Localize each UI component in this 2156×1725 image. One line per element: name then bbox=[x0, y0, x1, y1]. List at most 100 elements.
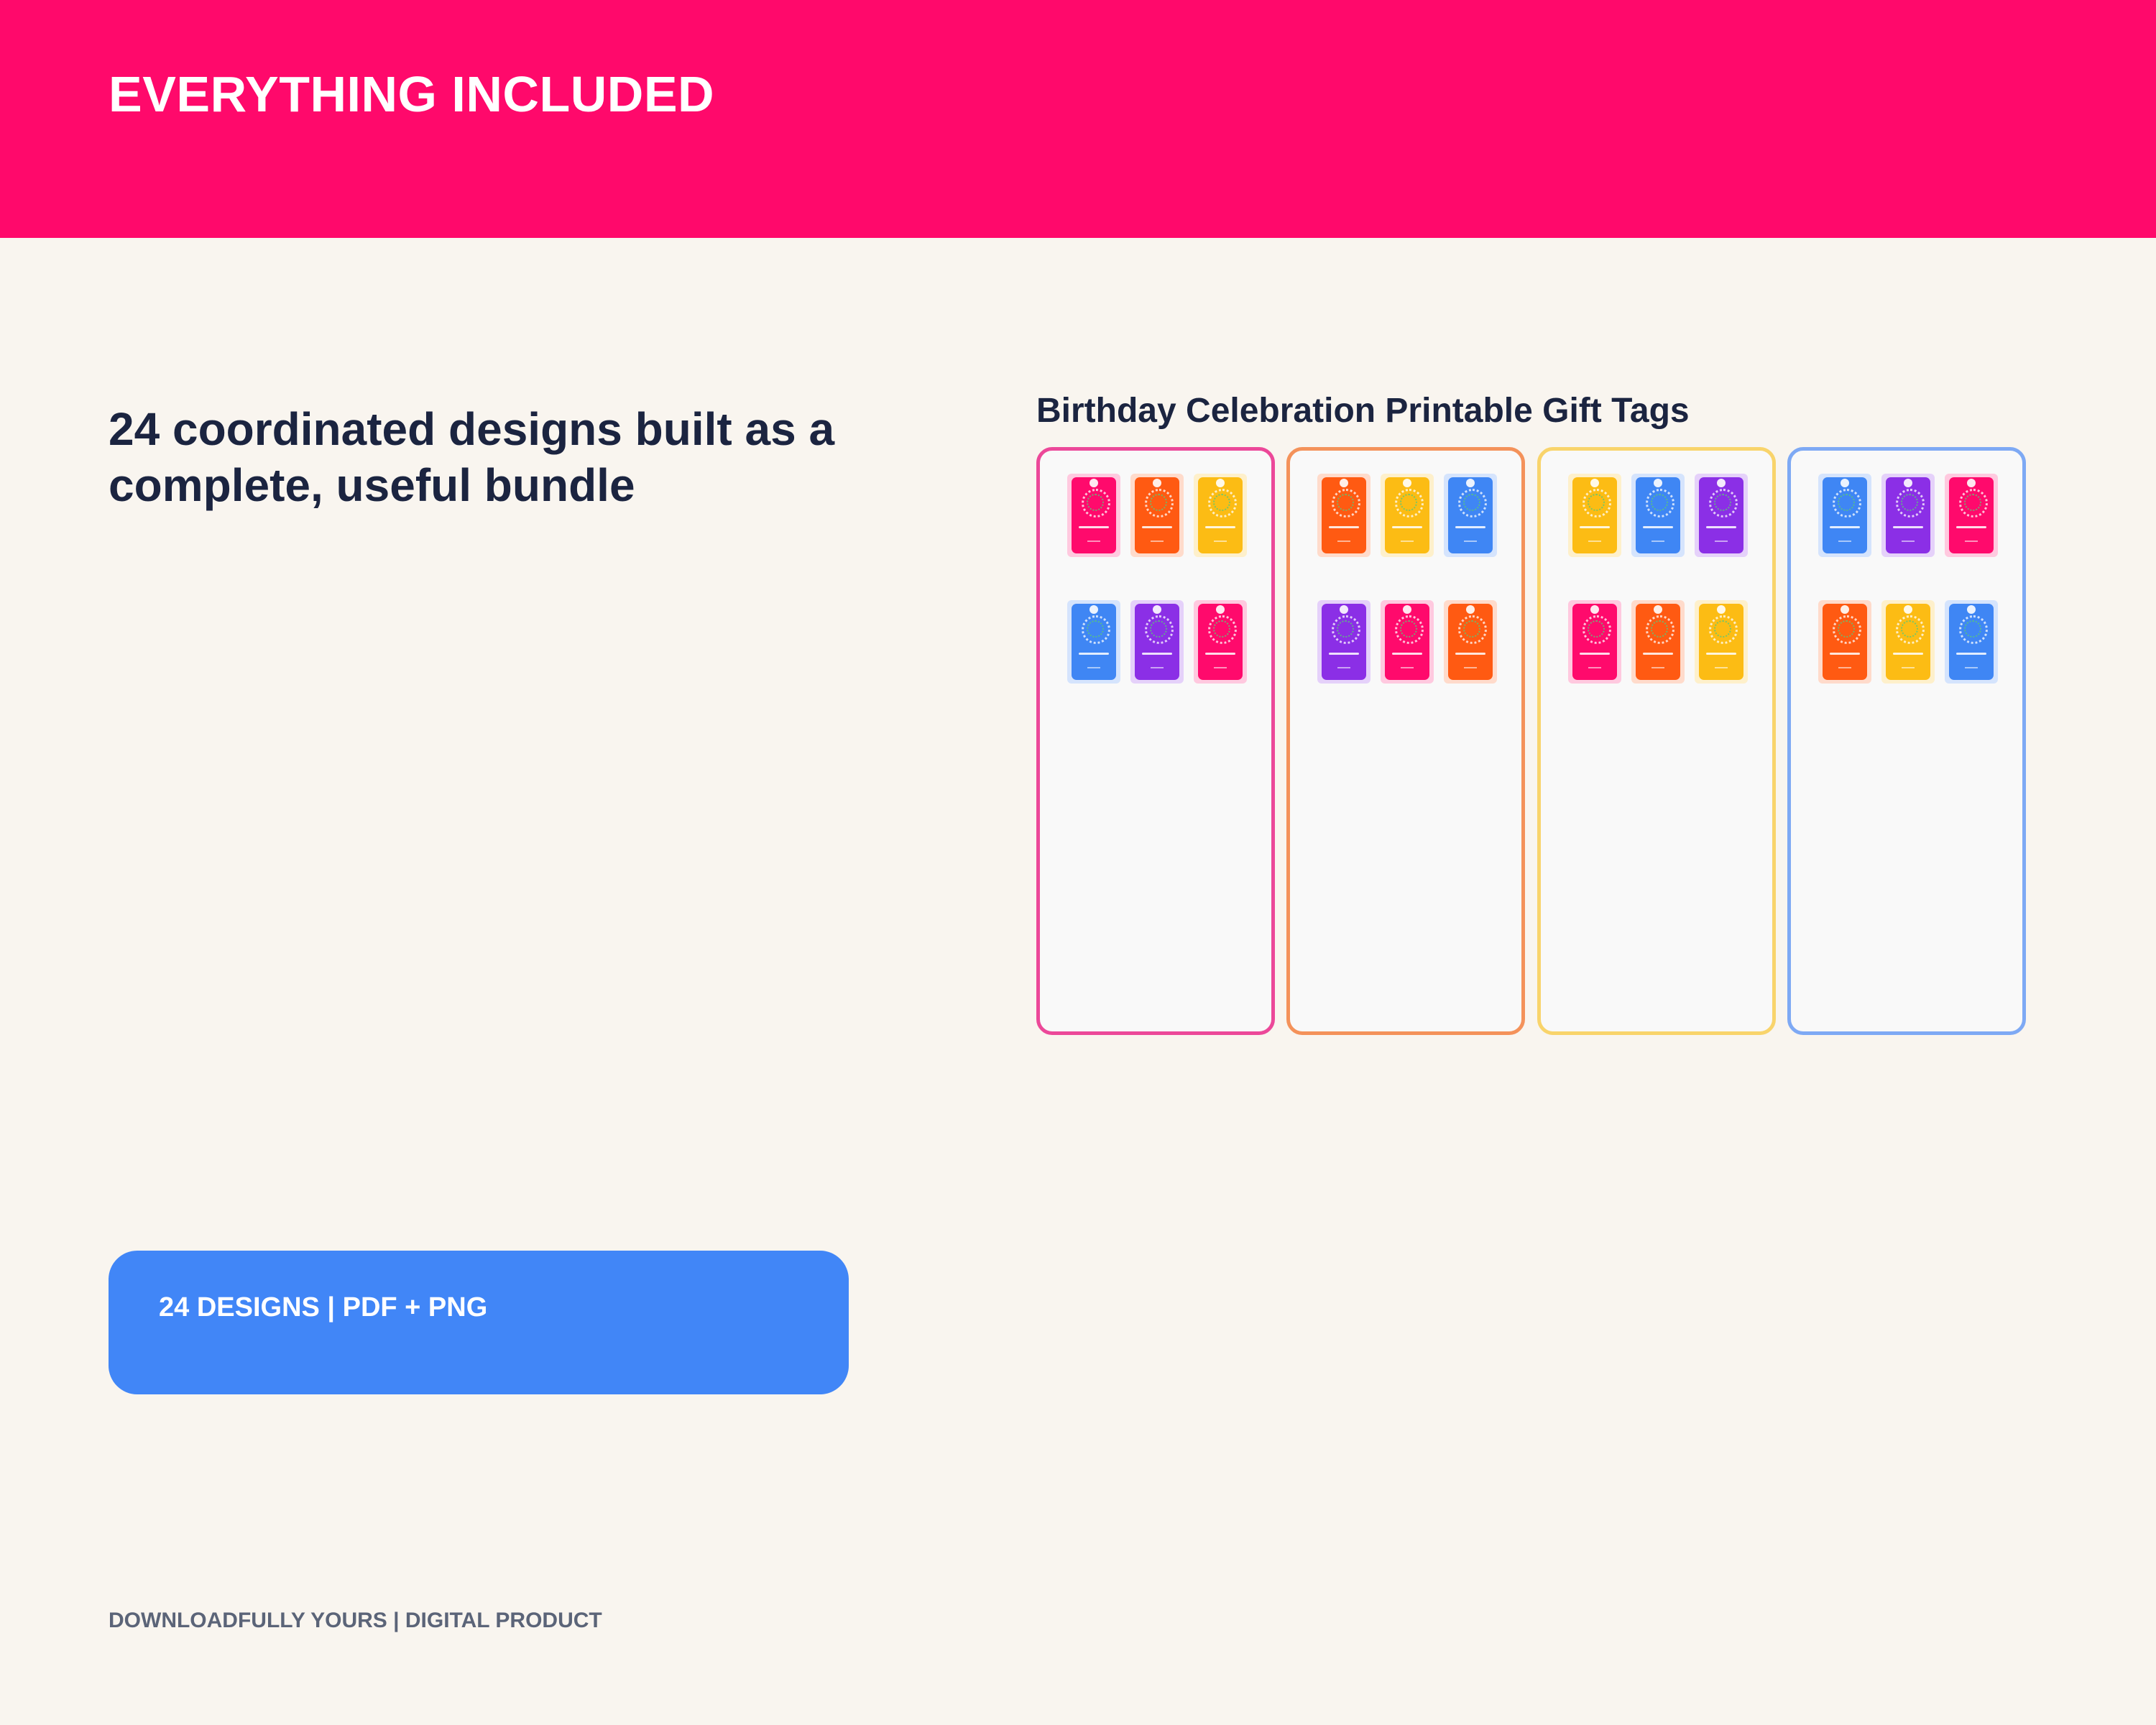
gift-tag bbox=[1949, 477, 1994, 553]
gift-tag bbox=[1699, 477, 1743, 553]
tag-line bbox=[1956, 526, 1986, 528]
gift-tag-thumbnail bbox=[1194, 474, 1247, 557]
preview-title: Birthday Celebration Printable Gift Tags bbox=[1036, 392, 1690, 430]
preview-panel bbox=[1787, 447, 2026, 1035]
tag-hole bbox=[1153, 479, 1161, 487]
tag-wreath bbox=[1458, 489, 1487, 518]
gift-tag-thumbnail bbox=[1067, 600, 1120, 684]
tag-foot bbox=[1588, 540, 1601, 542]
tag-hole bbox=[1403, 605, 1411, 614]
tag-foot bbox=[1715, 540, 1728, 542]
tag-foot bbox=[1651, 540, 1664, 542]
tag-foot bbox=[1464, 540, 1477, 542]
tag-line bbox=[1329, 653, 1359, 655]
tag-hole bbox=[1403, 479, 1411, 487]
gift-tag-thumbnail bbox=[1444, 600, 1497, 684]
preview-panel bbox=[1537, 447, 1776, 1035]
tag-foot bbox=[1401, 540, 1414, 542]
tag-line bbox=[1893, 526, 1923, 528]
tag-wreath bbox=[1208, 489, 1237, 518]
tag-line bbox=[1580, 526, 1610, 528]
gift-tag-thumbnail bbox=[1881, 474, 1935, 557]
gift-tag-thumbnail bbox=[1444, 474, 1497, 557]
tag-line bbox=[1455, 526, 1485, 528]
tag-wreath bbox=[1458, 615, 1487, 644]
tag-line bbox=[1830, 526, 1860, 528]
gift-tag bbox=[1886, 604, 1930, 680]
gift-tag-thumbnail bbox=[1631, 474, 1685, 557]
tag-wreath bbox=[1959, 489, 1988, 518]
gift-tag-thumbnail bbox=[1945, 474, 1998, 557]
gift-tag bbox=[1322, 604, 1366, 680]
tag-wreath bbox=[1833, 489, 1861, 518]
tag-foot bbox=[1588, 667, 1601, 668]
gift-tag bbox=[1385, 604, 1429, 680]
gift-tag-thumbnail bbox=[1818, 474, 1871, 557]
gift-tag bbox=[1385, 477, 1429, 553]
gift-tag-thumbnail bbox=[1631, 600, 1685, 684]
tag-line bbox=[1893, 653, 1923, 655]
gift-tag bbox=[1949, 604, 1994, 680]
gift-tag-thumbnail bbox=[1130, 474, 1184, 557]
gift-tag-thumbnail bbox=[1067, 474, 1120, 557]
gift-tag bbox=[1072, 477, 1116, 553]
tag-line bbox=[1580, 653, 1610, 655]
tag-foot bbox=[1838, 540, 1851, 542]
tag-line bbox=[1392, 653, 1422, 655]
gift-tag-thumbnail bbox=[1381, 474, 1434, 557]
gift-tag bbox=[1448, 477, 1493, 553]
tag-wreath bbox=[1896, 615, 1925, 644]
tag-wreath bbox=[1208, 615, 1237, 644]
tag-hole bbox=[1904, 605, 1912, 614]
tag-hole bbox=[1590, 605, 1599, 614]
tag-wreath bbox=[1959, 615, 1988, 644]
tag-wreath bbox=[1709, 489, 1738, 518]
tag-wreath bbox=[1896, 489, 1925, 518]
gift-tag-thumbnail bbox=[1568, 600, 1621, 684]
header-banner: EVERYTHING INCLUDED bbox=[0, 0, 2156, 238]
tag-wreath bbox=[1082, 489, 1110, 518]
tag-wreath bbox=[1395, 489, 1424, 518]
gift-tag-thumbnail bbox=[1695, 474, 1748, 557]
tag-hole bbox=[1717, 605, 1726, 614]
tag-line bbox=[1205, 653, 1235, 655]
tag-hole bbox=[1340, 479, 1348, 487]
tag-line bbox=[1455, 653, 1485, 655]
gift-tag-thumbnail bbox=[1881, 600, 1935, 684]
tag-wreath bbox=[1145, 615, 1174, 644]
tag-hole bbox=[1590, 479, 1599, 487]
tag-preview-panels bbox=[1036, 447, 2027, 1035]
tag-wreath bbox=[1082, 615, 1110, 644]
preview-panel bbox=[1036, 447, 1275, 1035]
gift-tag-thumbnail bbox=[1945, 600, 1998, 684]
tag-foot bbox=[1214, 667, 1227, 668]
gift-tag bbox=[1823, 604, 1867, 680]
gift-tag bbox=[1572, 604, 1617, 680]
tag-hole bbox=[1967, 605, 1976, 614]
tag-line bbox=[1079, 653, 1109, 655]
tag-wreath bbox=[1646, 615, 1674, 644]
gift-tag bbox=[1886, 477, 1930, 553]
tag-line bbox=[1643, 653, 1673, 655]
tag-foot bbox=[1087, 540, 1100, 542]
tag-hole bbox=[1841, 479, 1849, 487]
tag-line bbox=[1956, 653, 1986, 655]
tag-foot bbox=[1401, 667, 1414, 668]
tag-hole bbox=[1841, 605, 1849, 614]
tag-line bbox=[1205, 526, 1235, 528]
headline: 24 coordinated designs built as a comple… bbox=[109, 403, 835, 512]
gift-tag-thumbnail bbox=[1818, 600, 1871, 684]
gift-tag-thumbnail bbox=[1194, 600, 1247, 684]
tag-foot bbox=[1965, 540, 1978, 542]
tag-wreath bbox=[1646, 489, 1674, 518]
tag-foot bbox=[1838, 667, 1851, 668]
tag-wreath bbox=[1583, 489, 1611, 518]
tag-foot bbox=[1214, 540, 1227, 542]
footer-text: DOWNLOADFULLY YOURS | DIGITAL PRODUCT bbox=[109, 1609, 602, 1632]
gift-tag-thumbnail bbox=[1317, 600, 1370, 684]
tag-foot bbox=[1902, 540, 1915, 542]
gift-tag-thumbnail bbox=[1317, 474, 1370, 557]
tag-foot bbox=[1337, 667, 1350, 668]
tag-foot bbox=[1151, 540, 1164, 542]
tag-hole bbox=[1466, 605, 1475, 614]
